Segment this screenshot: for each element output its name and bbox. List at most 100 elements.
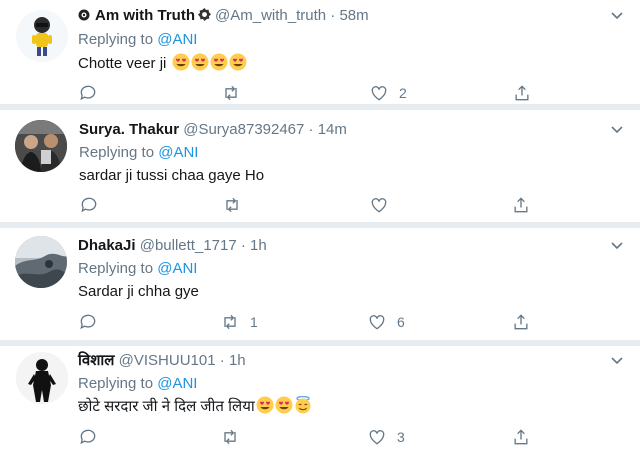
timestamp[interactable]: 58m xyxy=(339,7,368,24)
retweet-icon xyxy=(225,85,237,101)
separator-dot: · xyxy=(240,237,246,254)
chevron-down-icon[interactable] xyxy=(610,11,624,21)
tweet-text-content: Chotte veer ji xyxy=(78,55,167,72)
reply-icon xyxy=(80,314,96,330)
badge-icon xyxy=(198,8,211,21)
like-button[interactable] xyxy=(369,194,399,216)
like-button[interactable]: 2 xyxy=(369,82,407,104)
retweet-icon xyxy=(226,197,238,213)
reply-icon xyxy=(80,429,96,445)
chevron-down-icon[interactable] xyxy=(610,125,624,135)
replying-label: Replying to xyxy=(78,375,154,392)
display-name[interactable]: Am with Truth xyxy=(95,7,195,24)
tweet-header: DhakaJi @bullett_1717 · 1h xyxy=(78,236,267,256)
handle[interactable]: @VISHUU101 xyxy=(119,352,216,369)
mention-link[interactable]: @ANI xyxy=(157,260,197,277)
retweet-button[interactable]: 1 xyxy=(220,311,258,333)
heart-eyes-emoji-icon xyxy=(191,53,209,71)
heart-eyes-emoji-icon xyxy=(210,53,228,71)
reply-button[interactable] xyxy=(78,426,108,448)
handle[interactable]: @Am_with_truth xyxy=(215,7,326,24)
avatar[interactable] xyxy=(15,120,67,172)
action-bar: 2 xyxy=(78,82,548,104)
smiling-halo-emoji-icon xyxy=(295,396,311,414)
handle[interactable]: @bullett_1717 xyxy=(140,237,237,254)
replying-to: Replying to @ANI xyxy=(78,260,197,277)
heart-eyes-emoji-icon xyxy=(275,396,293,414)
heart-eyes-emoji-icon xyxy=(229,53,247,71)
like-count: 6 xyxy=(397,314,405,330)
avatar[interactable] xyxy=(16,352,68,404)
share-icon xyxy=(515,85,529,101)
avatar[interactable] xyxy=(15,236,67,288)
retweet-button[interactable] xyxy=(222,194,252,216)
mention-link[interactable]: @ANI xyxy=(157,375,197,392)
reply-button[interactable] xyxy=(78,311,108,333)
heart-eyes-emoji-icon xyxy=(256,396,274,414)
like-button[interactable]: 6 xyxy=(367,311,405,333)
replying-label: Replying to xyxy=(78,31,154,48)
replying-label: Replying to xyxy=(78,260,154,277)
tweet-4[interactable]: विशाल @VISHUU101 · 1h Replying to @ANI छ… xyxy=(0,346,640,450)
share-icon xyxy=(514,429,528,445)
silhouette-avatar-icon xyxy=(16,352,68,404)
chevron-down-icon[interactable] xyxy=(610,356,624,366)
display-name[interactable]: DhakaJi xyxy=(78,237,136,254)
like-count: 3 xyxy=(397,429,405,445)
heart-icon xyxy=(371,86,387,101)
replying-to: Replying to @ANI xyxy=(78,375,197,392)
replying-to: Replying to @ANI xyxy=(79,144,198,161)
retweet-icon xyxy=(224,429,236,445)
action-bar: 1 6 xyxy=(78,311,548,333)
cartoon-avatar-icon xyxy=(32,17,52,56)
reply-button[interactable] xyxy=(78,82,108,104)
retweet-icon xyxy=(224,314,236,330)
display-name[interactable]: Surya. Thakur xyxy=(79,121,179,138)
group-photo-avatar-icon xyxy=(15,120,67,172)
timestamp[interactable]: 14m xyxy=(318,121,347,138)
share-icon xyxy=(514,197,528,213)
replying-label: Replying to xyxy=(79,144,155,161)
display-name[interactable]: विशाल xyxy=(78,352,114,369)
chevron-down-icon[interactable] xyxy=(610,241,624,251)
action-bar xyxy=(79,194,549,216)
tweet-3[interactable]: DhakaJi @bullett_1717 · 1h Replying to @… xyxy=(0,228,640,340)
retweet-count: 1 xyxy=(250,314,258,330)
share-button[interactable] xyxy=(512,82,532,104)
reply-icon xyxy=(81,197,97,213)
mention-link[interactable]: @ANI xyxy=(158,144,198,161)
like-count: 2 xyxy=(399,85,407,101)
share-button[interactable] xyxy=(511,194,531,216)
emblem-icon xyxy=(78,9,90,21)
tweet-text: Chotte veer ji xyxy=(78,53,247,72)
reply-button[interactable] xyxy=(79,194,109,216)
heart-icon xyxy=(369,315,385,330)
handle[interactable]: @Surya87392467 xyxy=(183,121,304,138)
retweet-button[interactable] xyxy=(220,426,250,448)
tweet-text-content: Sardar ji chha gye xyxy=(78,283,199,300)
heart-eyes-emoji-icon xyxy=(172,53,190,71)
heart-icon xyxy=(369,430,385,445)
tweet-1[interactable]: Am with Truth @Am_with_truth · 58m Replyi… xyxy=(0,0,640,104)
share-button[interactable] xyxy=(511,426,531,448)
like-button[interactable]: 3 xyxy=(367,426,405,448)
replying-to: Replying to @ANI xyxy=(78,31,197,48)
action-bar: 3 xyxy=(78,426,548,448)
tweet-2[interactable]: Surya. Thakur @Surya87392467 · 14m Reply… xyxy=(0,110,640,222)
separator-dot: · xyxy=(308,121,314,138)
timestamp[interactable]: 1h xyxy=(250,237,267,254)
separator-dot: · xyxy=(330,7,336,24)
tweet-header: Am with Truth @Am_with_truth · 58m xyxy=(78,6,369,26)
tweet-text-content: छोटे सरदार जी ने दिल जीत लिया xyxy=(78,398,255,415)
tweet-header: विशाल @VISHUU101 · 1h xyxy=(78,351,246,371)
tweet-text: छोटे सरदार जी ने दिल जीत लिया xyxy=(78,396,312,416)
mention-link[interactable]: @ANI xyxy=(157,31,197,48)
share-button[interactable] xyxy=(511,311,531,333)
tweet-text: sardar ji tussi chaa gaye Ho xyxy=(79,167,264,184)
separator-dot: · xyxy=(219,352,225,369)
avatar[interactable] xyxy=(16,10,68,62)
emoji-group xyxy=(255,396,312,415)
reply-icon xyxy=(80,85,96,101)
retweet-button[interactable] xyxy=(221,82,251,104)
timestamp[interactable]: 1h xyxy=(229,352,246,369)
